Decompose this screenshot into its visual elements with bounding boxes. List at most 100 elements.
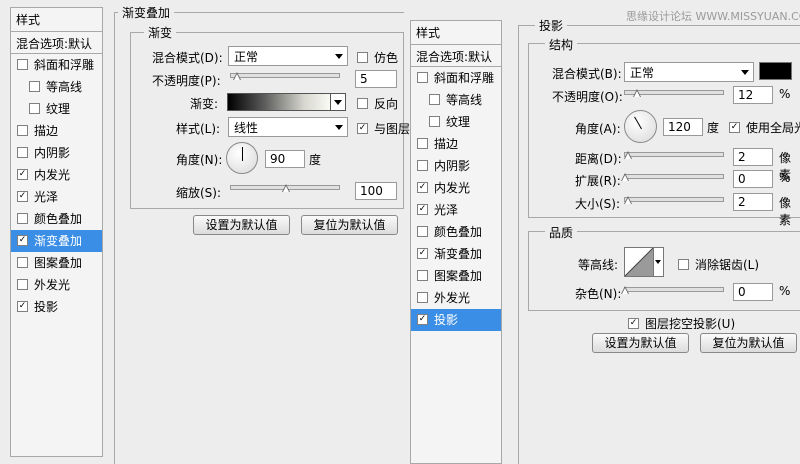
ds-knockout-checkbox[interactable]: 图层挖空投影(U) bbox=[628, 315, 735, 332]
ds-distance-input[interactable]: 2 bbox=[733, 148, 773, 166]
ds-set-default-button[interactable]: 设置为默认值 bbox=[592, 333, 689, 353]
style-item[interactable]: 图案叠加 bbox=[411, 265, 501, 287]
go-scale-slider[interactable] bbox=[230, 184, 340, 193]
checkbox-icon[interactable] bbox=[417, 248, 428, 259]
go-reverse-checkbox[interactable]: 反向 bbox=[357, 95, 398, 112]
checkbox-icon[interactable] bbox=[17, 125, 28, 136]
go-opacity-slider-thumb[interactable] bbox=[232, 72, 241, 81]
checkbox-icon[interactable] bbox=[17, 191, 28, 202]
go-dither-checkbox[interactable]: 仿色 bbox=[357, 49, 398, 66]
ds-angle-input[interactable]: 120 bbox=[663, 118, 703, 136]
ds-noise-slider[interactable] bbox=[621, 286, 724, 295]
style-item[interactable]: 内发光 bbox=[11, 164, 102, 186]
checkbox-icon[interactable] bbox=[429, 116, 440, 127]
style-item[interactable]: 斜面和浮雕 bbox=[411, 67, 501, 89]
checkbox-icon[interactable] bbox=[17, 279, 28, 290]
style-item[interactable]: 纹理 bbox=[11, 98, 102, 120]
style-item[interactable]: 等高线 bbox=[11, 76, 102, 98]
ds-size-slider[interactable] bbox=[624, 196, 724, 205]
ds-antialias-checkbox[interactable]: 消除锯齿(L) bbox=[678, 256, 759, 273]
checkbox-icon[interactable] bbox=[417, 138, 428, 149]
go-scale-slider-thumb[interactable] bbox=[282, 184, 290, 193]
checkbox-icon[interactable] bbox=[17, 301, 28, 312]
ds-distance-slider-thumb[interactable] bbox=[624, 151, 632, 160]
checkbox-icon[interactable] bbox=[17, 169, 28, 180]
checkbox-icon[interactable] bbox=[17, 147, 28, 158]
go-opacity-input[interactable]: 5 bbox=[355, 70, 397, 88]
blend-options-item[interactable]: 混合选项:默认 bbox=[11, 32, 102, 54]
checkbox-icon[interactable] bbox=[17, 213, 28, 224]
ds-shadow-color-swatch[interactable] bbox=[759, 62, 792, 80]
style-item-label: 等高线 bbox=[46, 80, 83, 94]
ds-spread-input[interactable]: 0 bbox=[733, 170, 773, 188]
ds-size-input[interactable]: 2 bbox=[733, 193, 773, 211]
style-item[interactable]: 外发光 bbox=[411, 287, 501, 309]
ds-reset-default-button[interactable]: 复位为默认值 bbox=[700, 333, 797, 353]
checkbox-icon[interactable] bbox=[29, 103, 40, 114]
ds-angle-dial[interactable] bbox=[624, 110, 657, 143]
go-opacity-slider[interactable] bbox=[230, 72, 340, 81]
ds-size-slider-thumb[interactable] bbox=[624, 196, 632, 205]
checkbox-icon[interactable] bbox=[417, 182, 428, 193]
ds-spread-slider-thumb[interactable] bbox=[621, 173, 629, 182]
style-item[interactable]: 渐变叠加 bbox=[411, 243, 501, 265]
style-item[interactable]: 等高线 bbox=[411, 89, 501, 111]
go-reverse-label: 反向 bbox=[374, 97, 399, 111]
go-angle-dial[interactable] bbox=[226, 142, 258, 174]
go-style-select[interactable]: 线性 bbox=[228, 117, 348, 137]
go-gradient-dropdown[interactable] bbox=[330, 93, 346, 111]
style-item[interactable]: 内发光 bbox=[411, 177, 501, 199]
checkbox-icon[interactable] bbox=[417, 270, 428, 281]
style-item-label: 外发光 bbox=[434, 291, 471, 305]
style-item[interactable]: 颜色叠加 bbox=[411, 221, 501, 243]
go-align-checkbox[interactable]: 与图层 bbox=[357, 120, 410, 137]
gradient-overlay-title: 渐变叠加 bbox=[118, 4, 175, 21]
checkbox-icon[interactable] bbox=[417, 72, 428, 83]
go-blend-mode-select[interactable]: 正常 bbox=[228, 46, 348, 66]
ds-opacity-input[interactable]: 12 bbox=[733, 86, 773, 104]
checkbox-icon[interactable] bbox=[17, 235, 28, 246]
checkbox-icon[interactable] bbox=[417, 160, 428, 171]
go-gradient-swatch[interactable] bbox=[227, 93, 331, 111]
ds-contour-dropdown[interactable] bbox=[654, 247, 664, 277]
style-item[interactable]: 投影 bbox=[11, 296, 102, 318]
style-item[interactable]: 渐变叠加 bbox=[11, 230, 102, 252]
go-scale-input[interactable]: 100 bbox=[355, 182, 397, 200]
ds-blend-mode-select[interactable]: 正常 bbox=[624, 62, 754, 82]
style-item[interactable]: 内阴影 bbox=[11, 142, 102, 164]
ds-opacity-slider[interactable] bbox=[624, 89, 724, 98]
left-styles-panel: 样式 混合选项:默认 斜面和浮雕等高线纹理描边内阴影内发光光泽颜色叠加渐变叠加图… bbox=[10, 7, 103, 457]
style-item[interactable]: 斜面和浮雕 bbox=[11, 54, 102, 76]
style-item[interactable]: 描边 bbox=[411, 133, 501, 155]
ds-distance-slider[interactable] bbox=[624, 151, 724, 160]
go-set-default-button[interactable]: 设置为默认值 bbox=[193, 215, 290, 235]
checkbox-icon[interactable] bbox=[417, 226, 428, 237]
ds-spread-slider[interactable] bbox=[621, 173, 724, 182]
style-item[interactable]: 光泽 bbox=[11, 186, 102, 208]
checkbox-icon[interactable] bbox=[429, 94, 440, 105]
checkbox-icon[interactable] bbox=[29, 81, 40, 92]
checkbox-icon[interactable] bbox=[417, 292, 428, 303]
style-item[interactable]: 描边 bbox=[11, 120, 102, 142]
style-item[interactable]: 颜色叠加 bbox=[11, 208, 102, 230]
ds-global-light-checkbox[interactable]: 使用全局光 bbox=[729, 119, 800, 136]
ds-contour-picker[interactable] bbox=[624, 247, 654, 277]
ds-opacity-slider-thumb[interactable] bbox=[633, 89, 641, 98]
checkbox-icon[interactable] bbox=[17, 257, 28, 268]
go-angle-input[interactable]: 90 bbox=[265, 150, 305, 168]
go-reset-default-button[interactable]: 复位为默认值 bbox=[301, 215, 398, 235]
style-item[interactable]: 外发光 bbox=[11, 274, 102, 296]
style-item[interactable]: 图案叠加 bbox=[11, 252, 102, 274]
style-item[interactable]: 内阴影 bbox=[411, 155, 501, 177]
style-item[interactable]: 投影 bbox=[411, 309, 501, 331]
styles-header: 样式 bbox=[11, 8, 102, 32]
checkbox-icon[interactable] bbox=[17, 59, 28, 70]
checkbox-icon[interactable] bbox=[417, 204, 428, 215]
blend-options-item[interactable]: 混合选项:默认 bbox=[411, 45, 501, 67]
go-dither-label: 仿色 bbox=[374, 51, 399, 65]
style-item[interactable]: 光泽 bbox=[411, 199, 501, 221]
ds-noise-slider-thumb[interactable] bbox=[621, 286, 629, 295]
ds-noise-input[interactable]: 0 bbox=[733, 283, 773, 301]
checkbox-icon[interactable] bbox=[417, 314, 428, 325]
style-item[interactable]: 纹理 bbox=[411, 111, 501, 133]
